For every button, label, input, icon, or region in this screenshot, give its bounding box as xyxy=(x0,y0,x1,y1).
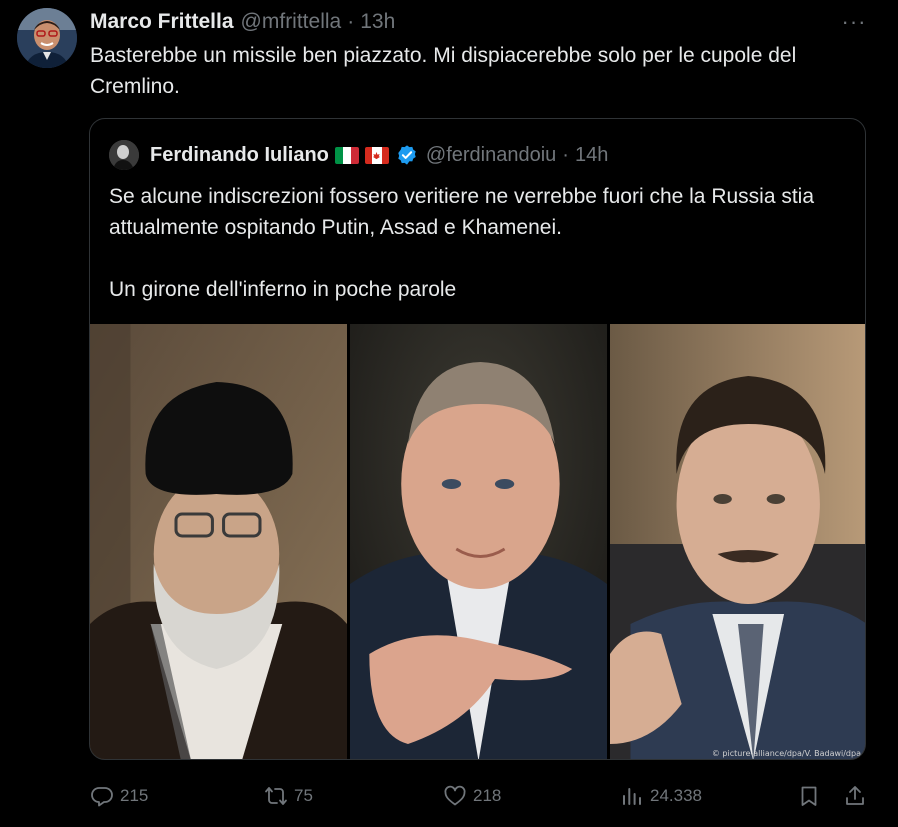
bookmark-icon xyxy=(801,786,817,806)
separator-dot: · xyxy=(347,10,355,33)
repost-icon xyxy=(265,787,287,805)
author-avatar[interactable] xyxy=(17,8,77,68)
photo-assad[interactable]: © picture-alliance/dpa/V. Badawi/dpa xyxy=(610,324,865,759)
quoted-tweet[interactable]: Ferdinando Iuliano @ferdinandoiu · 14h S… xyxy=(89,118,866,760)
tweet-text: Basterebbe un missile ben piazzato. Mi d… xyxy=(90,44,797,98)
verified-badge-icon xyxy=(398,145,416,165)
image-credit: © picture-alliance/dpa/V. Badawi/dpa xyxy=(711,749,861,758)
views-count: 24.338 xyxy=(650,786,702,805)
photo-putin[interactable] xyxy=(350,324,607,759)
tweet-header: Marco Frittella @mfrittella · 13h xyxy=(90,9,395,35)
canada-flag-icon xyxy=(364,146,389,164)
reply-button[interactable]: 215 xyxy=(90,778,148,814)
media-grid[interactable]: © picture-alliance/dpa/V. Badawi/dpa xyxy=(90,324,865,759)
quoted-tweet-time[interactable]: 14h xyxy=(575,144,608,167)
quoted-paragraph-1: Se alcune indiscrezioni fossero veritier… xyxy=(109,185,815,239)
tweet[interactable]: Marco Frittella @mfrittella · 13h ··· Ba… xyxy=(0,0,898,827)
repost-count: 75 xyxy=(294,786,313,805)
author-name[interactable]: Marco Frittella xyxy=(90,10,234,34)
separator-dot: · xyxy=(562,143,569,166)
italy-flag-icon xyxy=(334,146,359,164)
more-options-icon[interactable]: ··· xyxy=(836,9,872,34)
photo-khamenei[interactable] xyxy=(90,324,347,759)
share-button[interactable] xyxy=(843,778,867,814)
bookmark-button[interactable] xyxy=(797,778,821,814)
author-handle[interactable]: @mfrittella xyxy=(241,10,342,34)
like-button[interactable]: 218 xyxy=(443,778,501,814)
quoted-tweet-header: Ferdinando Iuliano @ferdinandoiu · 14h xyxy=(150,142,608,168)
quoted-tweet-text: Se alcune indiscrezioni fossero veritier… xyxy=(109,181,849,305)
quoted-author-handle[interactable]: @ferdinandoiu xyxy=(426,144,556,167)
like-count: 218 xyxy=(473,786,502,805)
quoted-author-name[interactable]: Ferdinando Iuliano xyxy=(150,144,329,167)
tweet-time[interactable]: 13h xyxy=(360,10,395,34)
share-icon xyxy=(846,786,864,805)
heart-icon xyxy=(444,785,466,806)
reply-icon xyxy=(91,787,113,807)
quoted-author-avatar[interactable] xyxy=(109,140,139,170)
reply-count: 215 xyxy=(120,786,149,805)
views-icon xyxy=(623,788,641,805)
action-bar: 215 75 218 24.338 xyxy=(90,778,880,814)
repost-button[interactable]: 75 xyxy=(264,778,313,814)
quoted-paragraph-2: Un girone dell'inferno in poche parole xyxy=(109,278,457,301)
views-button[interactable]: 24.338 xyxy=(620,778,702,814)
